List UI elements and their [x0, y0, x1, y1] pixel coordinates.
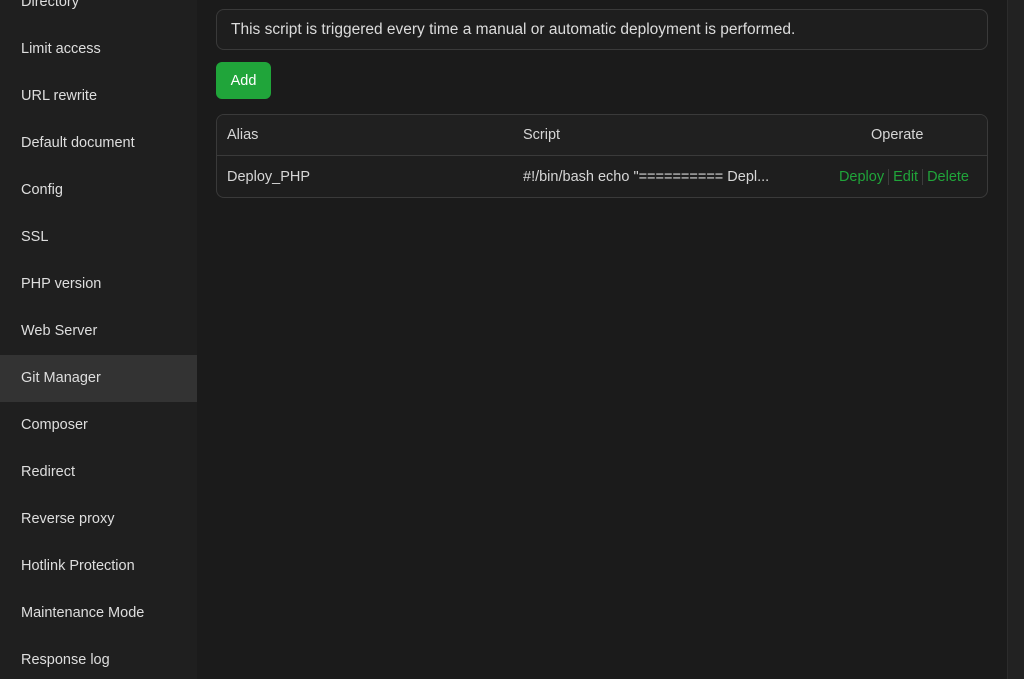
op-divider [888, 169, 890, 186]
delete-link[interactable]: Delete [927, 169, 969, 185]
sidebar-item-default-document[interactable]: Default document [0, 120, 197, 167]
sidebar-item-web-server[interactable]: Web Server [0, 308, 197, 355]
sidebar-item-php-version[interactable]: PHP version [0, 261, 197, 308]
header-operate: Operate [871, 127, 924, 143]
header-script: Script [523, 127, 561, 143]
deploy-link[interactable]: Deploy [839, 169, 884, 185]
sidebar-item-ssl[interactable]: SSL [0, 214, 197, 261]
sidebar-item-composer[interactable]: Composer [0, 402, 197, 449]
sidebar-item-redirect[interactable]: Redirect [0, 449, 197, 496]
sidebar-item-directory[interactable]: Directory [0, 0, 197, 26]
app-window: Directory Limit access URL rewrite Defau… [0, 0, 1024, 679]
scripts-table: Alias Script Operate Deploy_PHP #!/bin/b… [216, 114, 988, 198]
sidebar-item-config[interactable]: Config [0, 167, 197, 214]
row-script: #!/bin/bash echo "========== Depl... [523, 169, 770, 185]
table-header: Alias Script Operate [217, 115, 987, 156]
add-button[interactable]: Add [216, 62, 271, 99]
table-row: Deploy_PHP #!/bin/bash echo "========== … [217, 156, 987, 197]
sidebar-item-url-rewrite[interactable]: URL rewrite [0, 73, 197, 120]
sidebar-menu: Directory Limit access URL rewrite Defau… [0, 0, 197, 679]
sidebar-item-maintenance-mode[interactable]: Maintenance Mode [0, 590, 197, 637]
op-divider [922, 169, 924, 186]
deployment-notice: This script is triggered every time a ma… [216, 9, 988, 50]
row-operations: Deploy Edit Delete [839, 156, 969, 197]
header-alias: Alias [227, 127, 259, 143]
sidebar-item-response-log[interactable]: Response log [0, 637, 197, 679]
main-panel: This script is triggered every time a ma… [197, 0, 1007, 679]
sidebar-item-git-manager[interactable]: Git Manager [0, 355, 197, 402]
edit-link[interactable]: Edit [893, 169, 918, 185]
scrollbar[interactable] [1007, 0, 1024, 679]
sidebar: Directory Limit access URL rewrite Defau… [0, 0, 197, 679]
sidebar-item-limit-access[interactable]: Limit access [0, 26, 197, 73]
row-alias: Deploy_PHP [227, 169, 311, 185]
sidebar-item-hotlink-protection[interactable]: Hotlink Protection [0, 543, 197, 590]
sidebar-item-reverse-proxy[interactable]: Reverse proxy [0, 496, 197, 543]
